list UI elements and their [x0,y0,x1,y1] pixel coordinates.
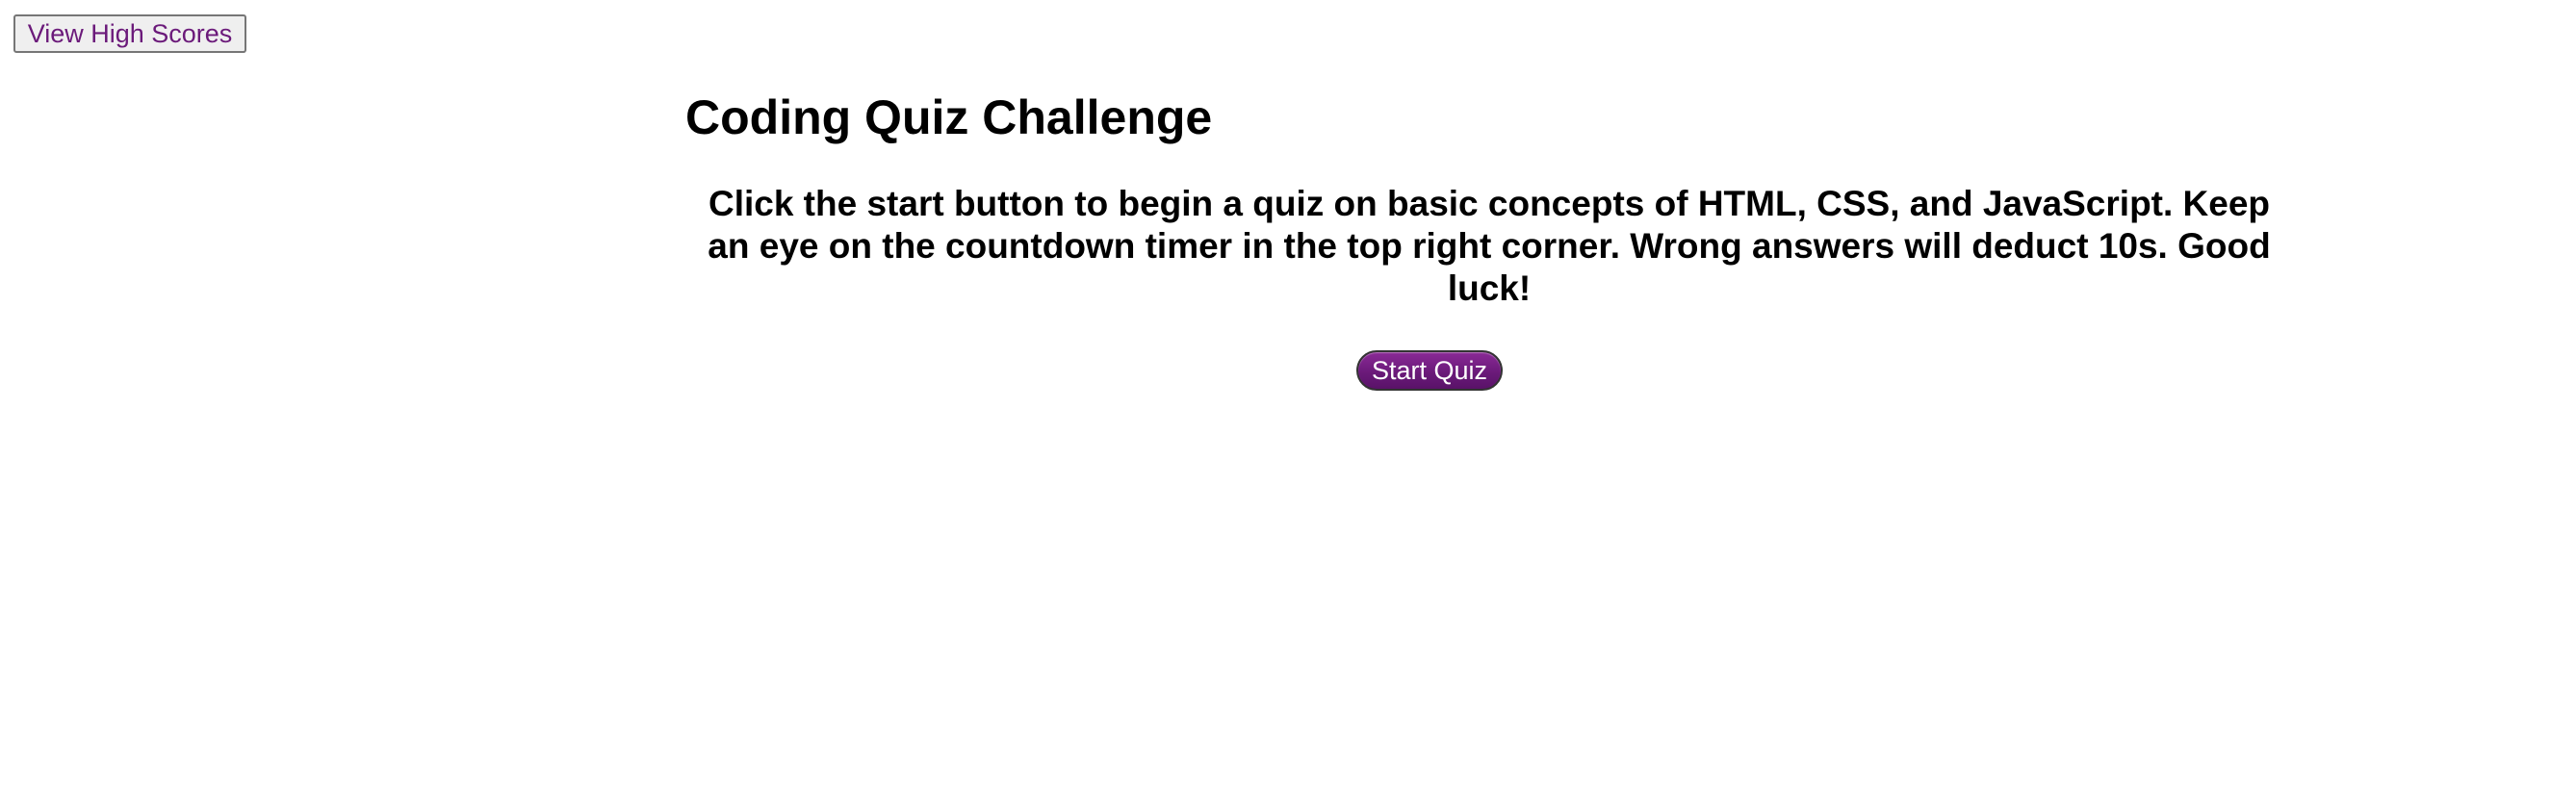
start-quiz-button[interactable]: Start Quiz [1356,350,1503,391]
quiz-intro-section: Coding Quiz Challenge Click the start bu… [685,89,2293,391]
page-title: Coding Quiz Challenge [685,90,1213,144]
quiz-instructions: Click the start button to begin a quiz o… [708,184,2271,308]
view-high-scores-button[interactable]: View High Scores [13,14,246,53]
